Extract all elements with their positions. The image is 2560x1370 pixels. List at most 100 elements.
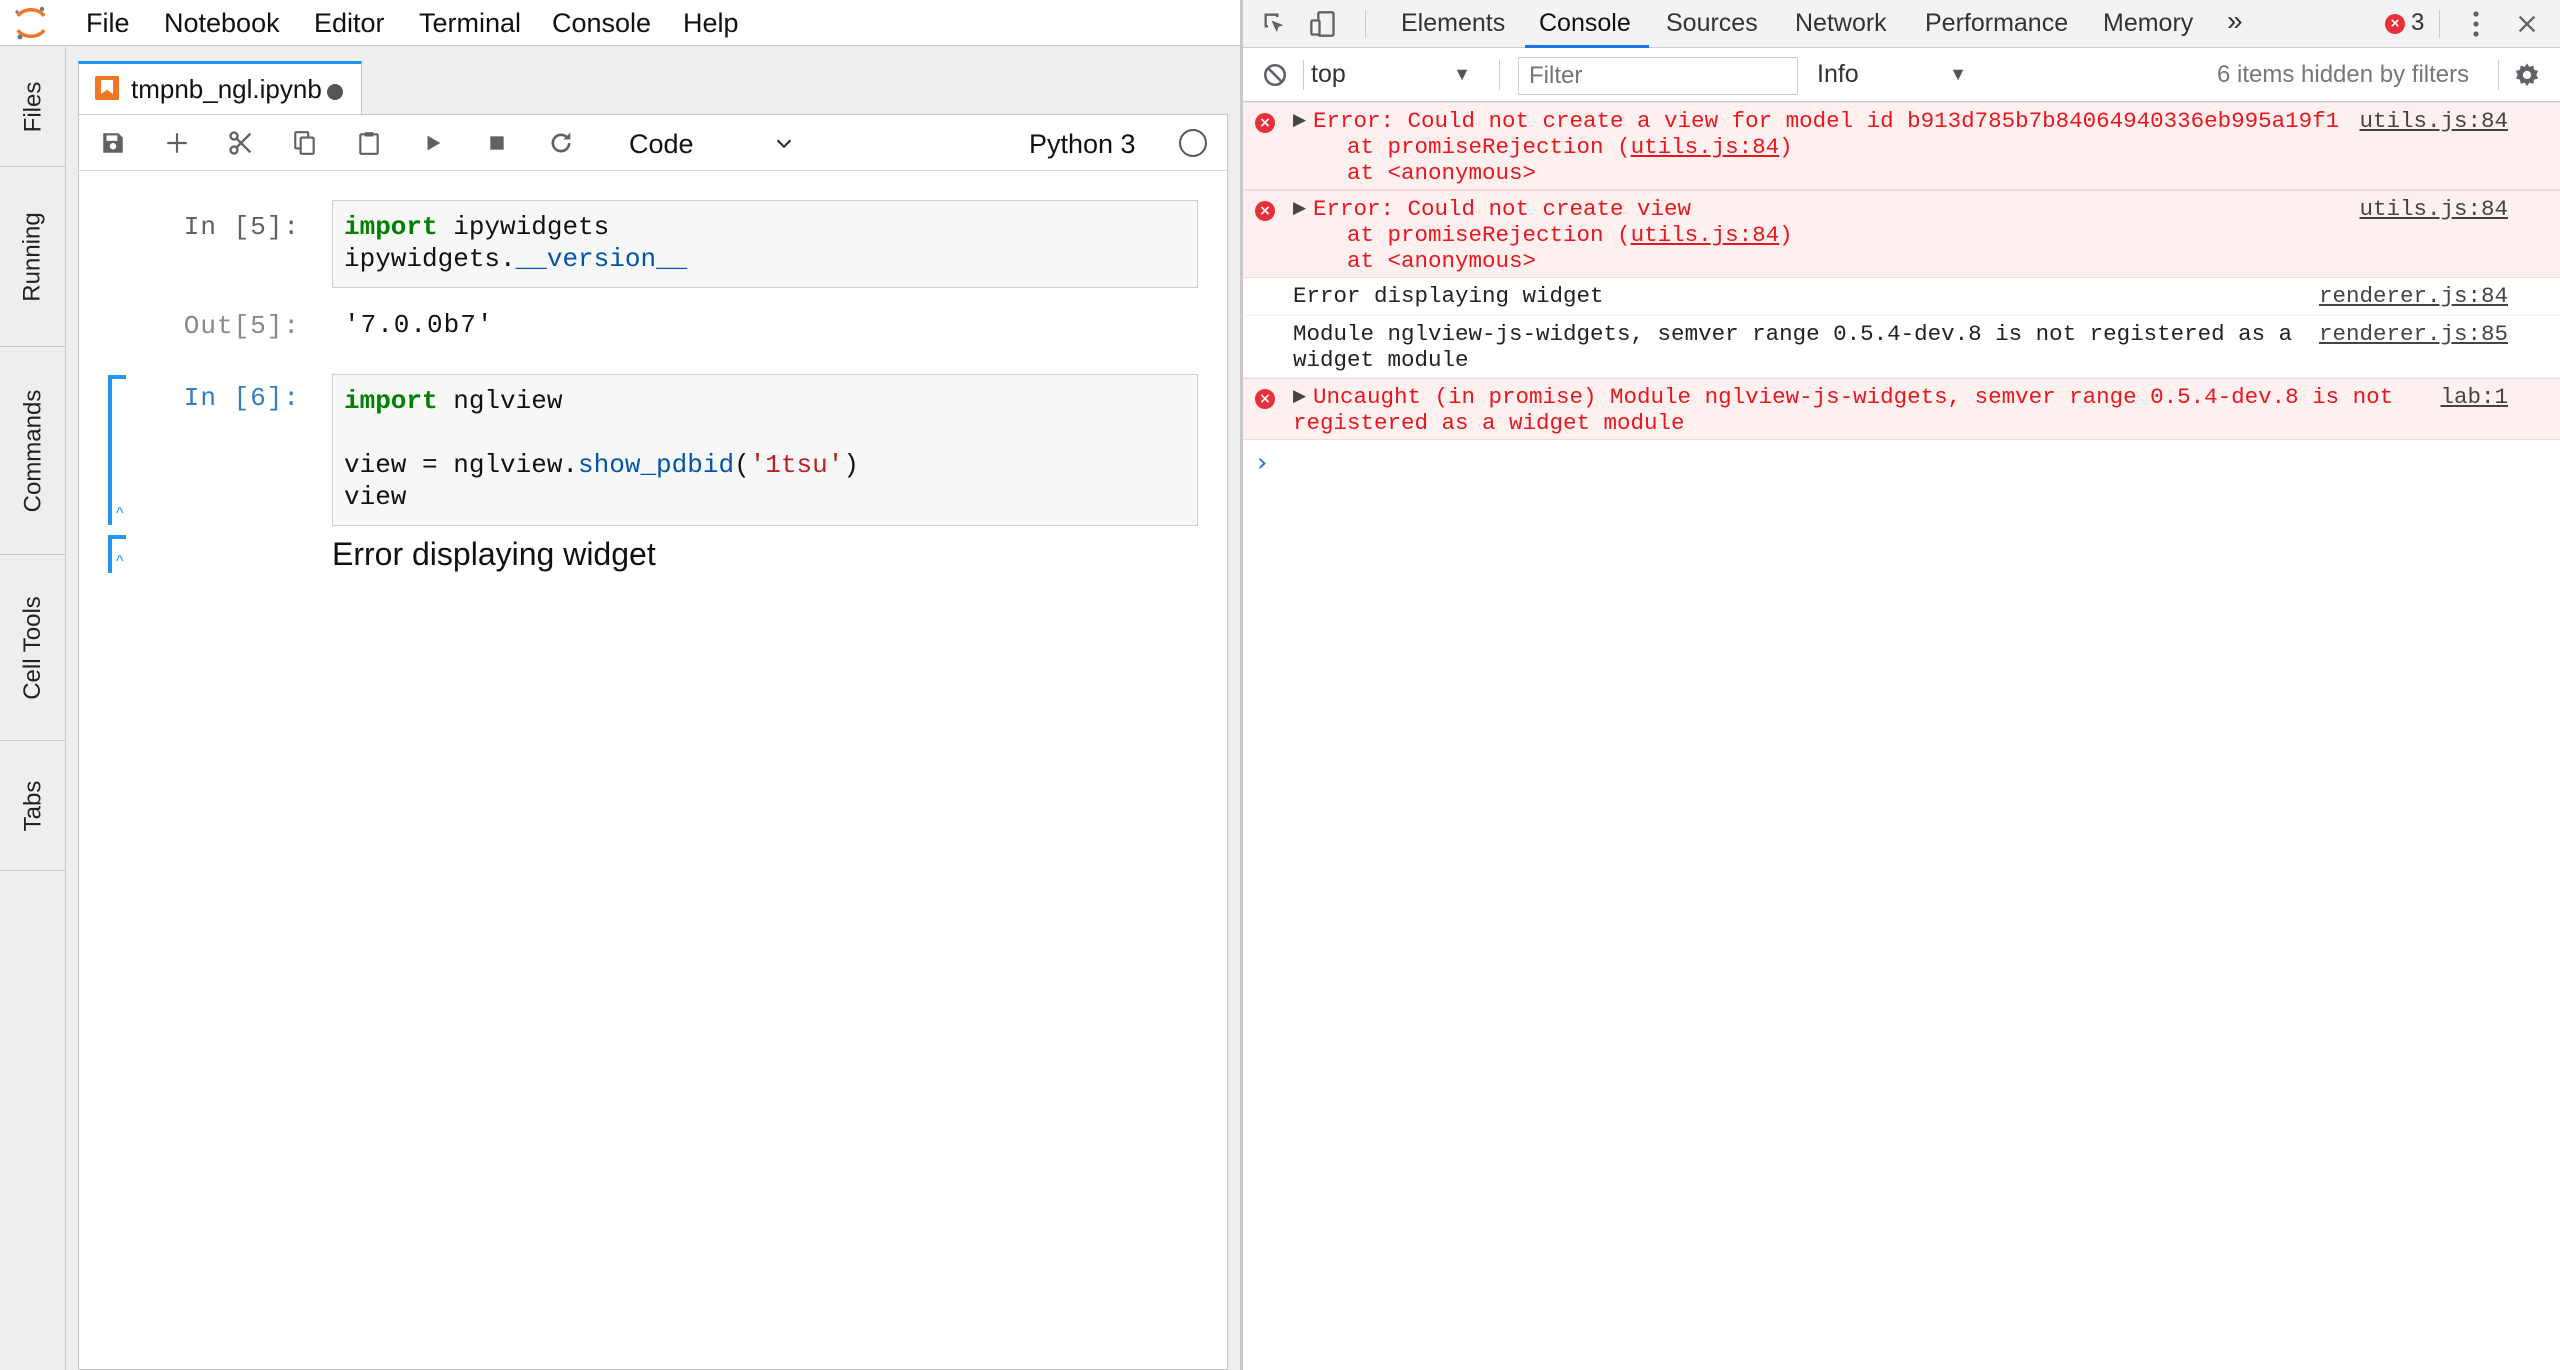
- tab-performance[interactable]: Performance: [1925, 9, 2068, 38]
- menu-terminal[interactable]: Terminal: [419, 8, 521, 39]
- chevron-up-icon: ^: [116, 553, 124, 570]
- jupyter-logo-icon: [15, 6, 46, 40]
- left-sidebar: Files Running Commands Cell Tools Tabs: [0, 47, 66, 1370]
- chevron-down-icon: [776, 139, 792, 149]
- code-token: show_pdbid: [578, 450, 735, 480]
- toolbar-divider: [1499, 60, 1500, 90]
- sidebar-tab-label: Cell Tools: [19, 595, 47, 700]
- console-error-message[interactable]: × Uncaught (in promise) Module nglview-js…: [1243, 378, 2560, 440]
- run-cell-button[interactable]: [413, 125, 453, 161]
- output-collapser[interactable]: ^: [108, 535, 130, 573]
- more-tabs-chevron-icon[interactable]: »: [2227, 5, 2243, 37]
- cell-type-dropdown[interactable]: Code: [623, 123, 803, 163]
- console-error-message[interactable]: × Error: Could not create a view for mode…: [1243, 102, 2560, 190]
- close-icon: [2518, 15, 2536, 33]
- console-message-line: Error: Could not create a view for model…: [1313, 108, 2340, 134]
- menu-editor[interactable]: Editor: [314, 8, 385, 39]
- dropdown-triangle-icon: ▼: [1949, 64, 1967, 84]
- code-token: import: [344, 212, 438, 242]
- plus-icon: [167, 133, 187, 153]
- interrupt-kernel-button[interactable]: [477, 125, 517, 161]
- restart-kernel-button[interactable]: [541, 125, 581, 161]
- console-filter-input[interactable]: [1518, 57, 1798, 95]
- console-prompt-chevron-icon[interactable]: ›: [1257, 448, 1267, 478]
- code-line: view: [344, 481, 1186, 513]
- sidebar-tab-files[interactable]: Files: [0, 47, 66, 167]
- tab-network[interactable]: Network: [1795, 9, 1887, 38]
- menu-help[interactable]: Help: [683, 8, 739, 39]
- sidebar-tab-running[interactable]: Running: [0, 167, 66, 347]
- inspect-element-button[interactable]: [1259, 8, 1291, 40]
- console-message-line: Error: Could not create view: [1313, 196, 1692, 222]
- console-message-line: at promiseRejection (utils.js:84): [1293, 134, 1793, 160]
- collapser-cap: [108, 535, 126, 539]
- save-button[interactable]: [93, 125, 133, 161]
- save-icon: [103, 133, 123, 153]
- stop-icon: [490, 136, 504, 150]
- dock-gap: [66, 47, 78, 1370]
- console-error-message[interactable]: × Error: Could not create view at promise…: [1243, 190, 2560, 278]
- expand-triangle-icon[interactable]: ▶: [1293, 109, 1306, 135]
- insert-cell-button[interactable]: [157, 125, 197, 161]
- menu-file[interactable]: File: [86, 8, 130, 39]
- sidebar-tab-commands[interactable]: Commands: [0, 347, 66, 555]
- menu-console[interactable]: Console: [552, 8, 651, 39]
- hidden-items-note: 6 items hidden by filters: [2217, 61, 2470, 88]
- error-count-badge[interactable]: × 3: [2385, 9, 2424, 37]
- clear-console-button[interactable]: [1259, 59, 1291, 91]
- code-token: ): [843, 450, 859, 480]
- expand-triangle-icon[interactable]: ▶: [1293, 197, 1306, 223]
- log-level-select[interactable]: Info ▼: [1817, 60, 1967, 89]
- cut-button[interactable]: [221, 125, 261, 161]
- kebab-menu-icon: [2473, 11, 2479, 37]
- code-line: ipywidgets.__version__: [344, 243, 1186, 275]
- kernel-name[interactable]: Python 3: [1029, 129, 1136, 160]
- source-link[interactable]: lab:1: [2440, 384, 2508, 410]
- no-entry-icon: [1263, 63, 1287, 87]
- toolbar-divider: [2439, 10, 2440, 38]
- console-message-line: Error displaying widget: [1293, 283, 1604, 309]
- source-link[interactable]: utils.js:84: [2359, 196, 2508, 222]
- tab-memory[interactable]: Memory: [2103, 9, 2193, 38]
- code-token: import: [344, 386, 438, 416]
- play-icon: [427, 135, 441, 151]
- gear-icon: [2515, 63, 2539, 87]
- devtools-panel: Elements Console Sources Network Perform…: [1240, 0, 2560, 1370]
- stack-frame-link[interactable]: utils.js:84: [1631, 134, 1780, 160]
- tab-elements[interactable]: Elements: [1401, 9, 1505, 38]
- error-count: 3: [2411, 9, 2425, 36]
- source-link[interactable]: utils.js:84: [2359, 108, 2508, 134]
- sidebar-tab-tabs[interactable]: Tabs: [0, 741, 66, 871]
- source-link[interactable]: renderer.js:85: [2319, 321, 2508, 347]
- code-token: '1tsu': [749, 450, 844, 480]
- paste-button[interactable]: [349, 125, 389, 161]
- code-token: ipywidgets.: [344, 244, 516, 274]
- tab-console[interactable]: Console: [1539, 9, 1631, 38]
- tab-sources[interactable]: Sources: [1666, 9, 1758, 38]
- error-icon: ×: [1255, 201, 1275, 221]
- code-cell-editor[interactable]: import ipywidgets ipywidgets.__version__: [332, 200, 1198, 288]
- notebook-icon: [95, 76, 119, 100]
- customize-menu-button[interactable]: [2460, 8, 2492, 40]
- code-token: view = nglview.: [344, 450, 579, 480]
- device-toolbar-button[interactable]: [1307, 8, 1339, 40]
- sidebar-tab-cell-tools[interactable]: Cell Tools: [0, 555, 66, 741]
- source-link[interactable]: renderer.js:84: [2319, 283, 2508, 309]
- console-settings-button[interactable]: [2511, 59, 2543, 91]
- notebook-tab[interactable]: tmpnb_ngl.ipynb: [78, 61, 362, 115]
- expand-triangle-icon[interactable]: ▶: [1293, 385, 1306, 411]
- input-collapser[interactable]: ^: [108, 375, 130, 525]
- stack-frame-link[interactable]: utils.js:84: [1631, 222, 1780, 248]
- code-token: (: [734, 450, 750, 480]
- menu-notebook[interactable]: Notebook: [164, 8, 280, 39]
- close-devtools-button[interactable]: [2511, 8, 2543, 40]
- execution-context-select[interactable]: top ▼: [1311, 60, 1471, 89]
- toolbar-divider: [1303, 60, 1304, 90]
- copy-button[interactable]: [285, 125, 325, 161]
- console-message-line: at <anonymous>: [1293, 248, 1537, 274]
- console-filter-bar: top ▼ Info ▼ 6 items hidden by filters: [1243, 48, 2560, 102]
- chevron-up-icon: ^: [116, 505, 124, 522]
- unsaved-indicator-icon[interactable]: [327, 84, 343, 100]
- code-token: __version__: [515, 244, 688, 274]
- code-cell-editor[interactable]: import nglview view = nglview.show_pdbid(…: [332, 374, 1198, 526]
